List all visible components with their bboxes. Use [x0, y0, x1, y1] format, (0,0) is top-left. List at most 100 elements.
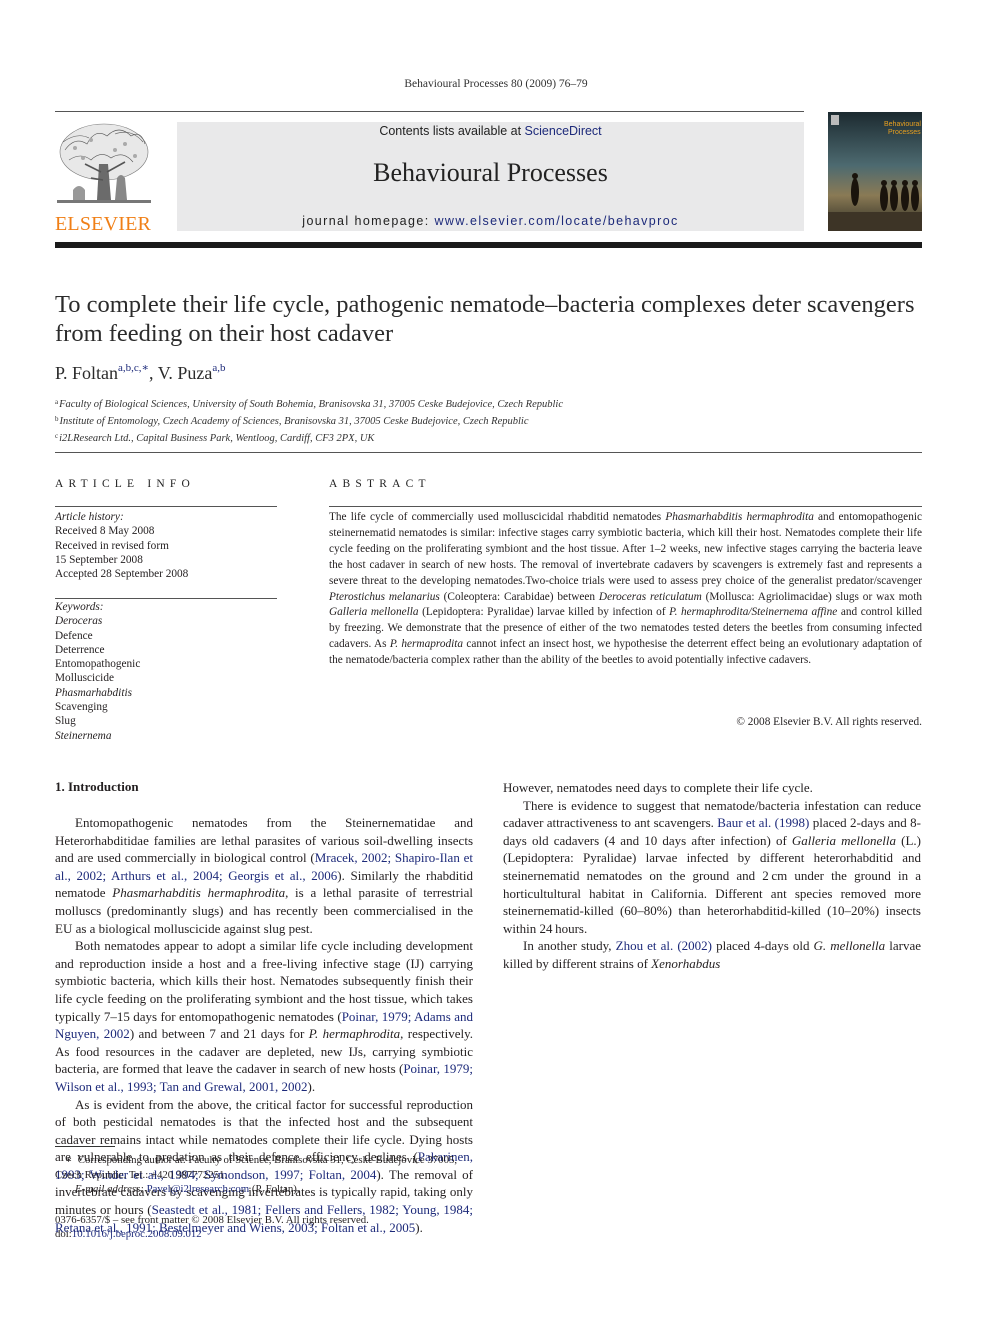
text-run: ).	[307, 1078, 316, 1094]
footnote-rule	[55, 1146, 115, 1147]
cover-title-line1: Behavioural	[884, 121, 921, 128]
author-affiliation-marks[interactable]: a,b,c,∗	[118, 362, 149, 374]
journal-cover-meerkats-icon: Behavioural Processes	[828, 112, 922, 231]
author-affiliation-marks[interactable]: a,b	[212, 362, 225, 374]
affiliation-item: ci2LResearch Ltd., Capital Business Park…	[55, 429, 563, 446]
italic-text: P. hermaphrodita/Steinernema affine	[669, 606, 838, 619]
keywords-rule	[55, 598, 277, 599]
elsevier-logo[interactable]: ELSEVIER	[55, 120, 155, 235]
italic-text: Galleria mellonella	[329, 606, 419, 619]
elsevier-wordmark: ELSEVIER	[55, 213, 152, 235]
keyword-item: Scavenging	[55, 701, 108, 714]
text-run: In another study,	[523, 938, 616, 954]
sciencedirect-link[interactable]: ScienceDirect	[525, 124, 602, 138]
email-label: E-mail address:	[75, 1183, 147, 1195]
text-run: However, nematodes need days to complete…	[503, 780, 813, 795]
article-info-heading: ARTICLE INFO	[55, 478, 195, 490]
body-paragraph-continued: However, nematodes need days to complete…	[503, 779, 921, 797]
author-list: P. Foltana,b,c,∗, V. Puzaa,b	[55, 361, 226, 384]
journal-title: Behavioural Processes	[373, 158, 608, 187]
keyword-item: Steinernema	[55, 729, 112, 742]
text-run: ).	[415, 1219, 423, 1235]
text-run: (Coleoptera: Carabidae) between	[439, 590, 599, 603]
author-name[interactable]: P. Foltan	[55, 363, 118, 383]
header-rule	[55, 111, 804, 112]
abstract-text: The life cycle of commercially used moll…	[329, 510, 922, 669]
italic-text: Xenorhabdus	[651, 955, 721, 971]
footnotes: ∗ Corresponding author at: Faculty of Sc…	[55, 1153, 473, 1197]
corresponding-mark: ∗	[65, 1154, 73, 1166]
email-suffix: (P. Foltan).	[249, 1183, 300, 1195]
body-paragraph: There is evidence to suggest that nemato…	[503, 797, 921, 938]
author-separator: ,	[149, 363, 158, 383]
article-info-rule	[55, 506, 277, 507]
journal-banner: Contents lists available at ScienceDirec…	[177, 122, 804, 231]
italic-text: Phasmarhabditis hermaphrodita	[665, 511, 814, 523]
affiliations: aFaculty of Biological Sciences, Univers…	[55, 395, 563, 447]
keyword-item: Defence	[55, 629, 93, 642]
keywords-label: Keywords:	[55, 601, 104, 613]
text-run: (Lepidoptera: Pyralidae) larvae killed b…	[418, 606, 670, 619]
text-run: (L.)(Lepidoptera: Pyralidae) larvae infe…	[503, 832, 921, 936]
text-run: (Mollusca: Agriolimacidae) slugs or wax …	[701, 590, 922, 603]
text-run: placed 4-days old	[712, 938, 814, 954]
cover-title-line2: Processes	[888, 129, 921, 136]
history-item: Accepted 28 September 2008	[55, 568, 189, 581]
affiliation-item: bInstitute of Entomology, Czech Academy …	[55, 412, 563, 429]
italic-text: G. mellonella	[813, 938, 886, 954]
affiliation-text: Institute of Entomology, Czech Academy o…	[59, 416, 529, 428]
italic-text: Pterostichus melanarius	[329, 590, 440, 603]
italic-text: P. hermaprodita	[389, 638, 464, 651]
text-run: ) and between 7 and 21 days for	[129, 1026, 309, 1042]
doi-prefix: doi:	[55, 1228, 72, 1241]
affiliation-item: aFaculty of Biological Sciences, Univers…	[55, 395, 563, 412]
body-column-right: However, nematodes need days to complete…	[503, 779, 921, 973]
body-paragraph: In another study, Zhou et al. (2002) pla…	[503, 937, 921, 972]
italic-text: Deroceras reticulatum	[598, 590, 702, 603]
running-header: Behavioural Processes 80 (2009) 76–79	[404, 78, 588, 90]
doi-line: doi:10.1016/j.beproc.2008.09.012	[55, 1227, 369, 1241]
history-item: Received in revised form	[55, 539, 169, 552]
keyword-item: Molluscicide	[55, 672, 114, 685]
abstract-rule	[329, 506, 922, 507]
text-run: The life cycle of commercially used moll…	[329, 511, 666, 523]
citation-link[interactable]: Baur et al. (1998)	[717, 815, 809, 830]
affiliation-mark: c	[55, 432, 59, 441]
article-title: To complete their life cycle, pathogenic…	[55, 291, 915, 347]
italic-text: Phasmarhabditis hermaphrodita	[112, 885, 286, 901]
affiliation-mark: a	[55, 398, 59, 406]
citation-link[interactable]: Zhou et al. (2002)	[616, 938, 712, 953]
email-note: E-mail address: Pavel@i2lresearch.com (P…	[55, 1182, 473, 1197]
article-history-label: Article history:	[55, 511, 124, 523]
journal-cover-image[interactable]: Behavioural Processes	[828, 112, 922, 231]
italic-text: Galleria mellonella	[791, 832, 896, 848]
keyword-item: Entomopathogenic	[55, 658, 141, 671]
doi-link[interactable]: 10.1016/j.beproc.2008.09.012	[72, 1228, 202, 1240]
keyword-item: Phasmarhabditis	[55, 686, 132, 699]
author-name[interactable]: V. Puza	[158, 363, 213, 383]
journal-homepage-link[interactable]: www.elsevier.com/locate/behavproc	[435, 214, 679, 228]
article-history: Article history: Received 8 May 2008 Rec…	[55, 510, 188, 581]
affiliation-mark: b	[55, 415, 59, 424]
body-paragraph: Entomopathogenic nematodes from the Stei…	[55, 814, 473, 937]
homepage-prefix: journal homepage:	[302, 214, 435, 228]
affiliation-text: Faculty of Biological Sciences, Universi…	[59, 399, 563, 410]
front-matter: 0376-6357/$ – see front matter © 2008 El…	[55, 1213, 369, 1242]
keyword-item: Deroceras	[55, 615, 103, 628]
corresponding-text: Corresponding author at: Faculty of Scie…	[55, 1154, 458, 1181]
italic-text: P. hermaphrodita	[308, 1026, 401, 1042]
affiliation-text: i2LResearch Ltd., Capital Business Park,…	[59, 433, 375, 445]
keyword-item: Slug	[55, 715, 76, 728]
keyword-list: Deroceras Defence Deterrence Entomopathogen…	[55, 614, 140, 743]
masthead-thick-rule	[55, 242, 922, 248]
elsevier-tree-icon	[57, 123, 151, 203]
body-paragraph: Both nematodes appear to adopt a similar…	[55, 937, 473, 1095]
keyword-item: Deterrence	[55, 643, 105, 656]
keywords: Keywords: Deroceras Defence Deterrence Ento…	[55, 600, 140, 743]
abstract-copyright: © 2008 Elsevier B.V. All rights reserved…	[736, 716, 922, 728]
contents-prefix: Contents lists available at	[379, 124, 525, 138]
email-link[interactable]: Pavel@i2lresearch.com	[147, 1183, 250, 1195]
contents-line: Contents lists available at ScienceDirec…	[177, 122, 804, 139]
history-item: 15 September 2008	[55, 553, 143, 566]
history-item: Received 8 May 2008	[55, 525, 155, 538]
